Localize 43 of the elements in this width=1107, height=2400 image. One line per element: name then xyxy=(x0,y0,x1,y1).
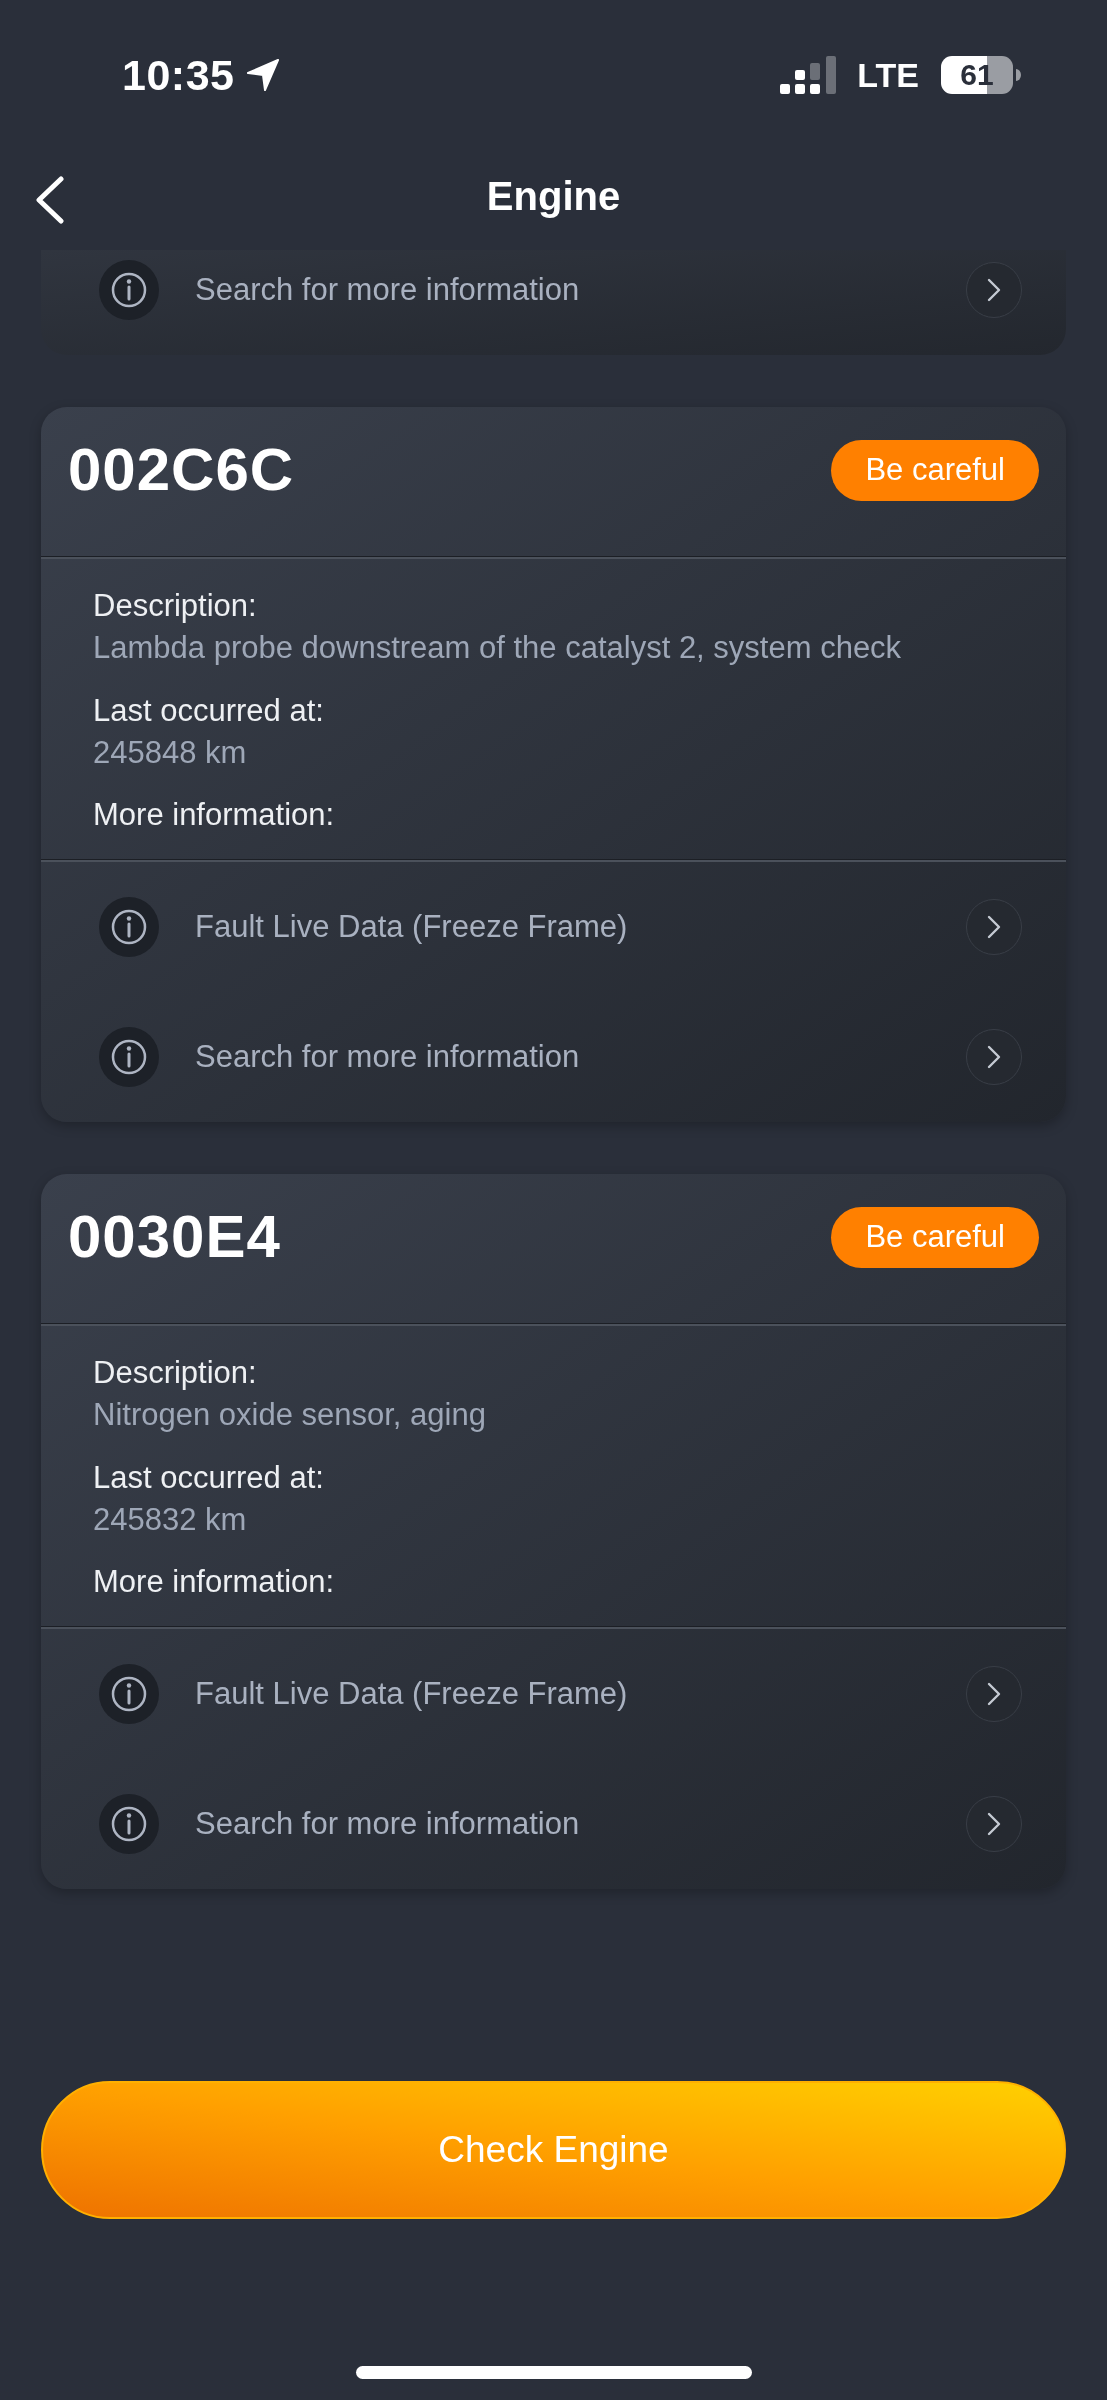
info-icon xyxy=(99,897,159,957)
status-badge: Be careful xyxy=(831,440,1039,501)
chevron-button[interactable] xyxy=(966,1666,1022,1722)
fault-code: 0030E4 xyxy=(68,1207,281,1267)
info-icon xyxy=(99,1027,159,1087)
info-icon xyxy=(99,1664,159,1724)
status-time: 10:35 xyxy=(122,53,235,97)
chevron-button[interactable] xyxy=(966,1029,1022,1085)
field-value: 245832 km xyxy=(93,1501,248,1539)
field-value: Lambda probe downstream of the catalyst 2, system check xyxy=(93,629,903,667)
field-value: Nitrogen oxide sensor, aging xyxy=(93,1396,487,1434)
battery-tip-icon xyxy=(1016,69,1021,81)
chevron-button[interactable] xyxy=(966,899,1022,955)
page-title: Engine xyxy=(486,176,621,220)
fault-code: 002C6C xyxy=(68,440,295,500)
battery-percentage: 61 xyxy=(960,60,994,90)
back-chevron-icon xyxy=(34,176,66,224)
field-label: Description: xyxy=(93,587,258,625)
field-label: Last occurred at: xyxy=(93,692,325,730)
signal-icon xyxy=(780,56,838,94)
chevron-right-icon xyxy=(987,1682,1001,1706)
field-label: Last occurred at: xyxy=(93,1459,325,1497)
section-label: More information: xyxy=(93,1563,336,1601)
chevron-button[interactable] xyxy=(966,262,1022,318)
network-label: LTE xyxy=(857,58,919,92)
info-icon xyxy=(99,1794,159,1854)
field-value: 245848 km xyxy=(93,734,248,772)
link-text[interactable]: Search for more information xyxy=(195,1033,580,1081)
status-badge: Be careful xyxy=(831,1207,1039,1268)
link-text[interactable]: Search for more information xyxy=(195,266,580,314)
link-text[interactable]: Search for more information xyxy=(195,1800,580,1848)
chevron-button[interactable] xyxy=(966,1796,1022,1852)
location-arrow-icon xyxy=(246,58,281,92)
back-button[interactable] xyxy=(33,175,67,225)
field-label: Description: xyxy=(93,1354,258,1392)
chevron-right-icon xyxy=(987,278,1001,302)
link-text[interactable]: Fault Live Data (Freeze Frame) xyxy=(195,903,628,951)
section-label: More information: xyxy=(93,796,336,834)
info-icon xyxy=(99,260,159,320)
chevron-right-icon xyxy=(987,1812,1001,1836)
chevron-right-icon xyxy=(987,915,1001,939)
link-text[interactable]: Fault Live Data (Freeze Frame) xyxy=(195,1670,628,1718)
chevron-right-icon xyxy=(987,1045,1001,1069)
